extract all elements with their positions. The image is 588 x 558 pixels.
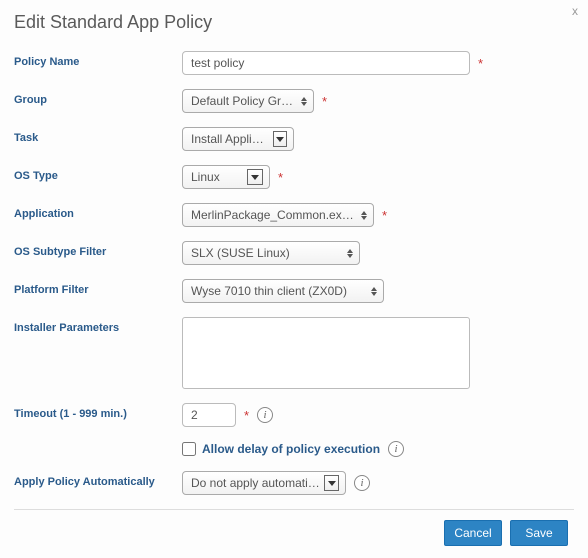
row-task: Task Install Application [14, 127, 574, 151]
application-select-value: MerlinPackage_Common.exe (Loc [191, 208, 355, 222]
label-timeout: Timeout (1 - 999 min.) [14, 403, 182, 420]
row-installer: Installer Parameters [14, 317, 574, 389]
label-task: Task [14, 127, 182, 144]
chevron-updown-icon [361, 211, 367, 220]
required-marker: * [478, 56, 483, 71]
chevron-down-icon [324, 475, 339, 491]
row-allow-delay: Allow delay of policy execution i [182, 441, 574, 457]
label-os-subtype: OS Subtype Filter [14, 241, 182, 258]
row-application: Application MerlinPackage_Common.exe (Lo… [14, 203, 574, 227]
row-os-subtype: OS Subtype Filter SLX (SUSE Linux) [14, 241, 574, 265]
required-marker: * [278, 170, 283, 185]
group-select[interactable]: Default Policy Group [182, 89, 314, 113]
os-subtype-select-value: SLX (SUSE Linux) [191, 246, 290, 260]
close-icon[interactable]: x [572, 4, 578, 18]
label-policy-name: Policy Name [14, 51, 182, 68]
required-marker: * [244, 408, 249, 423]
info-icon[interactable]: i [354, 475, 370, 491]
chevron-updown-icon [301, 97, 307, 106]
dialog-footer: Cancel Save [14, 520, 574, 546]
chevron-down-icon [247, 169, 263, 185]
label-platform: Platform Filter [14, 279, 182, 296]
os-type-select-value: Linux [191, 170, 220, 184]
os-type-select[interactable]: Linux [182, 165, 270, 189]
info-icon[interactable]: i [257, 407, 273, 423]
row-timeout: Timeout (1 - 999 min.) * i [14, 403, 574, 427]
save-button[interactable]: Save [510, 520, 568, 546]
label-application: Application [14, 203, 182, 220]
row-apply-auto: Apply Policy Automatically Do not apply … [14, 471, 574, 495]
divider [14, 509, 574, 510]
required-marker: * [322, 94, 327, 109]
apply-auto-select-value: Do not apply automatically [191, 476, 320, 490]
edit-policy-dialog: x Edit Standard App Policy Policy Name *… [0, 0, 588, 558]
policy-name-input[interactable] [182, 51, 470, 75]
chevron-down-icon [273, 131, 287, 147]
label-os-type: OS Type [14, 165, 182, 182]
row-group: Group Default Policy Group * [14, 89, 574, 113]
row-policy-name: Policy Name * [14, 51, 574, 75]
allow-delay-label: Allow delay of policy execution [202, 442, 380, 456]
application-select[interactable]: MerlinPackage_Common.exe (Loc [182, 203, 374, 227]
required-marker: * [382, 208, 387, 223]
task-select[interactable]: Install Application [182, 127, 294, 151]
timeout-input[interactable] [182, 403, 236, 427]
info-icon[interactable]: i [388, 441, 404, 457]
row-os-type: OS Type Linux * [14, 165, 574, 189]
allow-delay-checkbox[interactable] [182, 442, 196, 456]
group-select-value: Default Policy Group [191, 94, 295, 108]
cancel-button[interactable]: Cancel [444, 520, 502, 546]
label-apply-auto: Apply Policy Automatically [14, 471, 182, 488]
apply-auto-select[interactable]: Do not apply automatically [182, 471, 346, 495]
os-subtype-select[interactable]: SLX (SUSE Linux) [182, 241, 360, 265]
label-installer: Installer Parameters [14, 317, 182, 334]
chevron-updown-icon [371, 287, 377, 296]
label-group: Group [14, 89, 182, 106]
task-select-value: Install Application [191, 132, 269, 146]
dialog-title: Edit Standard App Policy [14, 12, 574, 33]
platform-select-value: Wyse 7010 thin client (ZX0D) [191, 284, 347, 298]
installer-parameters-input[interactable] [182, 317, 470, 389]
platform-select[interactable]: Wyse 7010 thin client (ZX0D) [182, 279, 384, 303]
chevron-updown-icon [347, 249, 353, 258]
row-platform: Platform Filter Wyse 7010 thin client (Z… [14, 279, 574, 303]
